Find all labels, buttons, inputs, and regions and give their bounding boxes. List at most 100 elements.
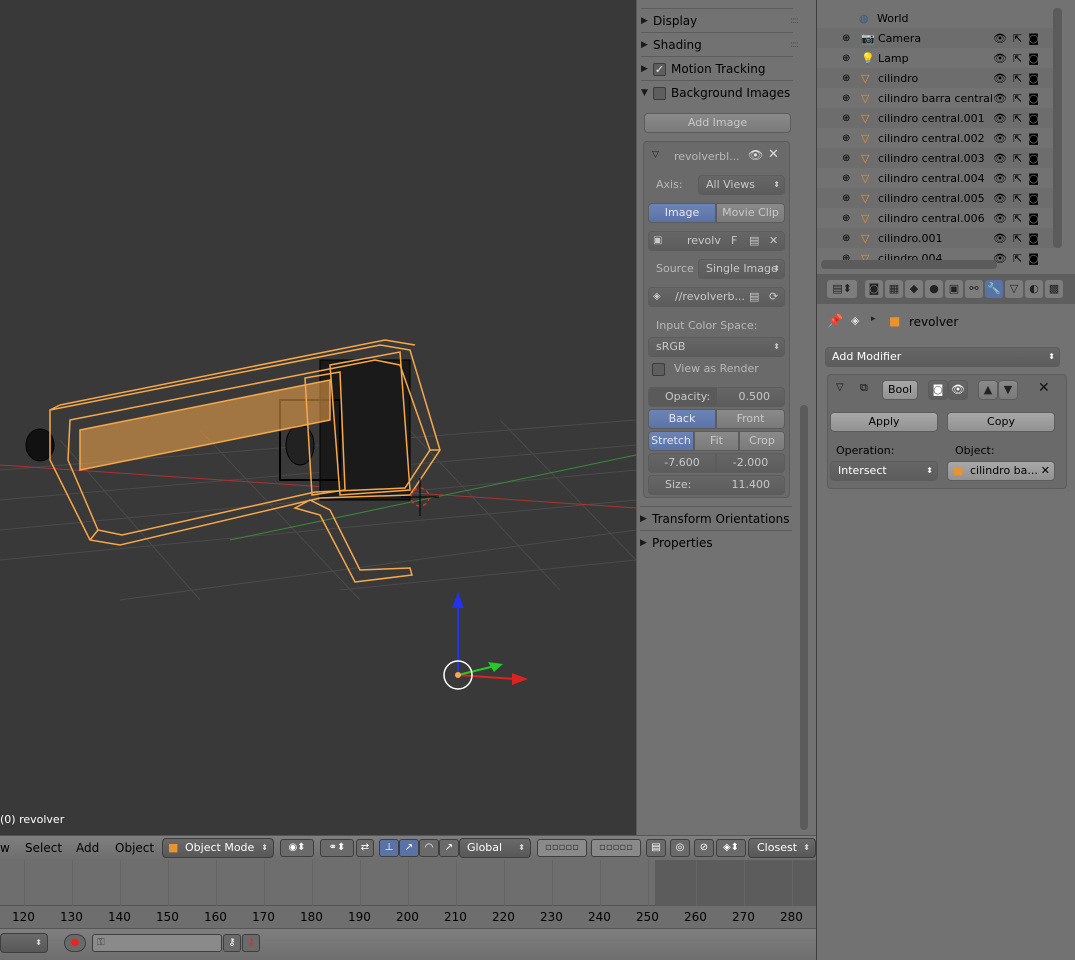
cursor-icon[interactable]: ⇱ — [1013, 92, 1022, 105]
expand-plus-icon[interactable]: ⊕ — [842, 213, 850, 224]
panel-display[interactable]: ▶ Display — [641, 10, 791, 32]
pin-icon[interactable]: 📌 — [827, 314, 843, 329]
pivot-point-select[interactable]: ⚭⬍ — [320, 839, 354, 857]
timeline-ruler[interactable]: 120 130 140 150 160 170 180 190 200 210 220 230 240 2… — [0, 906, 816, 928]
panel-background-images[interactable]: ▼ Background Images — [641, 82, 791, 104]
reload-icon[interactable]: ⟳ — [769, 288, 778, 306]
cursor-icon[interactable]: ⇱ — [1013, 112, 1022, 125]
cursor-icon[interactable]: ⇱ — [1013, 232, 1022, 245]
snap-element-select[interactable]: ◈⬍ — [716, 839, 746, 857]
menu-view[interactable]: w — [0, 841, 10, 855]
rotate-manipulator-icon[interactable]: ↗ — [399, 839, 419, 857]
eye-icon[interactable]: 👁 — [993, 52, 1007, 65]
copy-button[interactable]: Copy — [947, 412, 1055, 432]
view-as-render-checkbox[interactable] — [652, 363, 665, 376]
apply-button[interactable]: Apply — [830, 412, 938, 432]
eye-icon[interactable]: 👁 — [993, 32, 1007, 45]
render-icon[interactable]: ◙ — [1028, 172, 1039, 185]
render-icon[interactable]: ◙ — [1028, 152, 1039, 165]
editor-type-menu[interactable]: ▤⬍ — [827, 280, 857, 298]
filepath-field[interactable]: ◈ //revolverb... ▤ ⟳ — [648, 287, 785, 307]
source-select[interactable]: Single Image ⬍ — [698, 259, 785, 279]
render-icon[interactable]: ◙ — [1028, 112, 1039, 125]
keying-set-field[interactable]: ⚿ — [92, 934, 222, 952]
collapse-arrow-icon[interactable]: ▽ — [652, 150, 659, 160]
world-tab[interactable]: ● — [925, 280, 943, 298]
eye-icon[interactable]: 👁 — [993, 92, 1007, 105]
translate-manipulator-icon[interactable]: ⊥ — [379, 839, 399, 857]
scene-tab[interactable]: ◆ — [905, 280, 923, 298]
menu-object[interactable]: Object — [115, 841, 154, 855]
snap-target-select[interactable]: Closest ⬍ — [748, 838, 816, 858]
axis-select[interactable]: All Views ⬍ — [698, 175, 785, 195]
color-space-select[interactable]: sRGB ⬍ — [648, 337, 785, 357]
render-icon[interactable]: ◙ — [1028, 192, 1039, 205]
folder-icon[interactable]: ▤ — [749, 288, 759, 306]
offset-y-field[interactable]: -2.000 — [716, 453, 785, 473]
npanel-scrollbar[interactable] — [800, 405, 808, 830]
constraints-tab[interactable]: ⚯ — [965, 280, 983, 298]
record-icon[interactable]: ● — [64, 934, 86, 952]
render-layers-tab[interactable]: ▦ — [885, 280, 903, 298]
render-icon[interactable]: ◙ — [1028, 132, 1039, 145]
close-icon[interactable]: ✕ — [768, 147, 779, 162]
orientation-select[interactable]: Global ⬍ — [459, 838, 531, 858]
expand-plus-icon[interactable]: ⊕ — [842, 93, 850, 104]
outliner-row[interactable]: ⊕ ▽ cilindro barra central 👁 ⇱ ◙ — [817, 88, 1055, 108]
eye-icon[interactable]: 👁 — [993, 232, 1007, 245]
cursor-icon[interactable]: ⇱ — [1013, 132, 1022, 145]
opacity-slider[interactable]: Opacity: 0.500 — [648, 387, 785, 407]
3d-viewport[interactable]: (0) revolver — [0, 0, 636, 835]
render-icon[interactable]: ◙ — [1028, 232, 1039, 245]
outliner-row[interactable]: ⊕ ▽ cilindro central.002 👁 ⇱ ◙ — [817, 128, 1055, 148]
unlink-icon[interactable]: ✕ — [769, 232, 778, 250]
menu-add[interactable]: Add — [76, 841, 99, 855]
render-icon[interactable]: ◙ — [1028, 72, 1039, 85]
panel-properties[interactable]: ▶ Properties — [640, 532, 790, 554]
render-icon[interactable]: ◙ — [1028, 52, 1039, 65]
eye-icon[interactable]: 👁 — [993, 172, 1007, 185]
outliner-scrollbar-v[interactable] — [1053, 8, 1062, 248]
add-modifier-select[interactable]: Add Modifier ⬍ — [825, 347, 1060, 367]
eye-icon[interactable]: 👁 — [993, 72, 1007, 85]
layers-icon[interactable]: ▤ — [646, 839, 666, 857]
expand-plus-icon[interactable]: ⊕ — [842, 193, 850, 204]
collapse-arrow-icon[interactable]: ▽ — [836, 382, 844, 393]
eye-icon[interactable]: 👁 — [748, 148, 763, 162]
eye-icon[interactable]: 👁 — [993, 192, 1007, 205]
fit-button[interactable]: Fit — [694, 431, 739, 451]
insert-keyframe-icon[interactable]: ⚷ — [223, 934, 241, 952]
modifiers-tab[interactable]: 🔧 — [985, 280, 1003, 298]
tab-image[interactable]: Image — [648, 203, 716, 223]
scene-layers-2[interactable]: ▫▫▫▫▫ — [591, 839, 641, 857]
cursor-icon[interactable]: ⇱ — [1013, 52, 1022, 65]
outliner-row[interactable]: ⊕ ▽ cilindro central.006 👁 ⇱ ◙ — [817, 208, 1055, 228]
cursor-icon[interactable]: ⇱ — [1013, 172, 1022, 185]
snap-toggle-icon[interactable]: ⊘ — [694, 839, 714, 857]
render-icon[interactable]: ◙ — [1028, 32, 1039, 45]
crop-button[interactable]: Crop — [739, 431, 785, 451]
scene-layers-1[interactable]: ▫▫▫▫▫ — [537, 839, 587, 857]
object-field[interactable]: ■ cilindro ba... ✕ — [947, 461, 1055, 481]
outliner-row[interactable]: ⊕ ▽ cilindro.001 👁 ⇱ ◙ — [817, 228, 1055, 248]
manipulator-space-icon[interactable]: ↗ — [439, 839, 459, 857]
manipulator-toggle[interactable]: ⇄ — [356, 839, 374, 857]
render-icon[interactable]: ◙ — [1028, 252, 1039, 265]
eye-icon[interactable]: 👁 — [993, 212, 1007, 225]
size-field[interactable]: Size: 11.400 — [648, 475, 785, 495]
drag-handle-icon[interactable]: :::: — [790, 40, 799, 50]
panel-transform-orientations[interactable]: ▶ Transform Orientations — [640, 508, 790, 530]
eye-icon[interactable]: 👁 — [993, 132, 1007, 145]
stretch-button[interactable]: Stretch — [648, 431, 694, 451]
cursor-icon[interactable]: ⇱ — [1013, 212, 1022, 225]
expand-plus-icon[interactable]: ⊕ — [842, 73, 850, 84]
eye-icon[interactable]: 👁 — [993, 112, 1007, 125]
outliner-row[interactable]: ◍ World — [817, 8, 1055, 28]
render-icon[interactable]: ◙ — [1028, 212, 1039, 225]
back-button[interactable]: Back — [648, 409, 716, 429]
render-icon[interactable]: ◙ — [1028, 92, 1039, 105]
viewport-canvas[interactable] — [0, 0, 636, 835]
cursor-icon[interactable]: ⇱ — [1013, 192, 1022, 205]
timeline-area[interactable] — [0, 860, 816, 906]
delete-keyframe-icon[interactable]: ⚷ — [242, 934, 260, 952]
